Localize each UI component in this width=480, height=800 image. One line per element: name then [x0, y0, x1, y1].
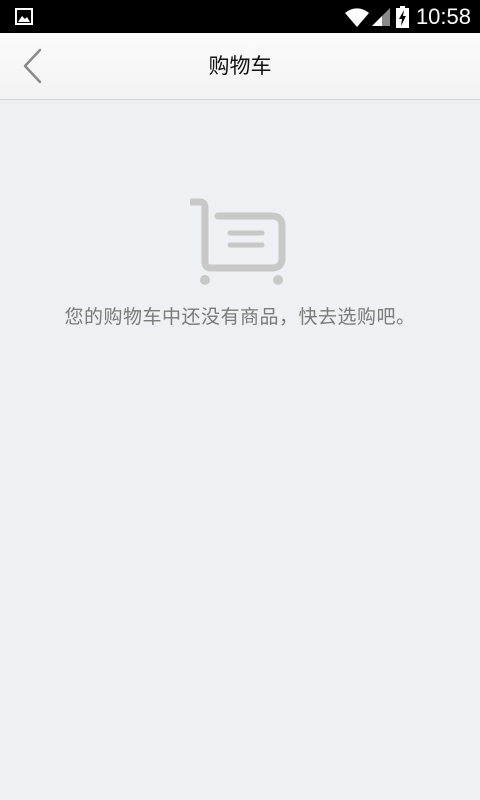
empty-cart-state: 您的购物车中还没有商品，快去选购吧。: [0, 196, 480, 329]
status-icons: 10:58: [344, 0, 471, 33]
signal-icon: [371, 7, 390, 26]
wifi-icon: [344, 7, 369, 27]
shopping-cart-icon: [190, 198, 286, 285]
empty-cart-message: 您的购物车中还没有商品，快去选购吧。: [64, 306, 416, 328]
status-bar: 10:58: [0, 0, 480, 33]
title-bar: 购物车: [0, 33, 480, 100]
status-time: 10:58: [415, 4, 471, 29]
page-title: 购物车: [208, 54, 272, 78]
battery-charging-icon: [395, 5, 409, 28]
image-icon: [15, 8, 33, 25]
